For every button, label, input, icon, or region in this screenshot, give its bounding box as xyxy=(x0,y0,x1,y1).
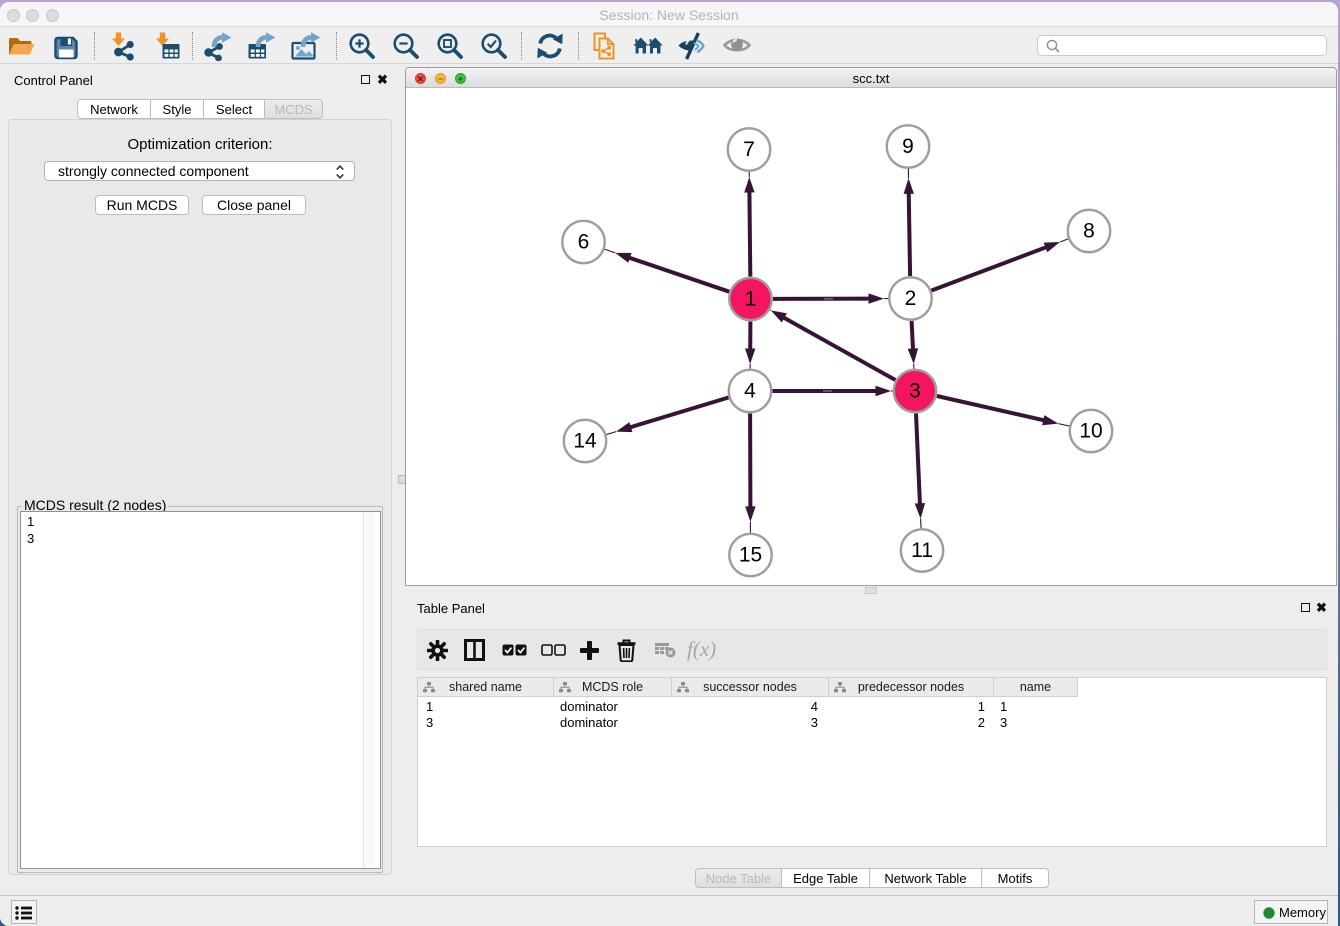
svg-text:15: 15 xyxy=(739,544,762,567)
svg-text:4: 4 xyxy=(744,380,756,403)
svg-text:11: 11 xyxy=(911,539,933,562)
svg-text:6: 6 xyxy=(578,231,590,254)
svg-text:9: 9 xyxy=(902,135,914,158)
svg-text:3: 3 xyxy=(909,380,921,403)
svg-text:8: 8 xyxy=(1083,220,1095,243)
svg-text:1: 1 xyxy=(745,288,757,311)
svg-text:7: 7 xyxy=(743,138,755,161)
svg-text:14: 14 xyxy=(573,430,597,453)
svg-text:2: 2 xyxy=(905,287,917,310)
svg-text:10: 10 xyxy=(1079,420,1102,443)
